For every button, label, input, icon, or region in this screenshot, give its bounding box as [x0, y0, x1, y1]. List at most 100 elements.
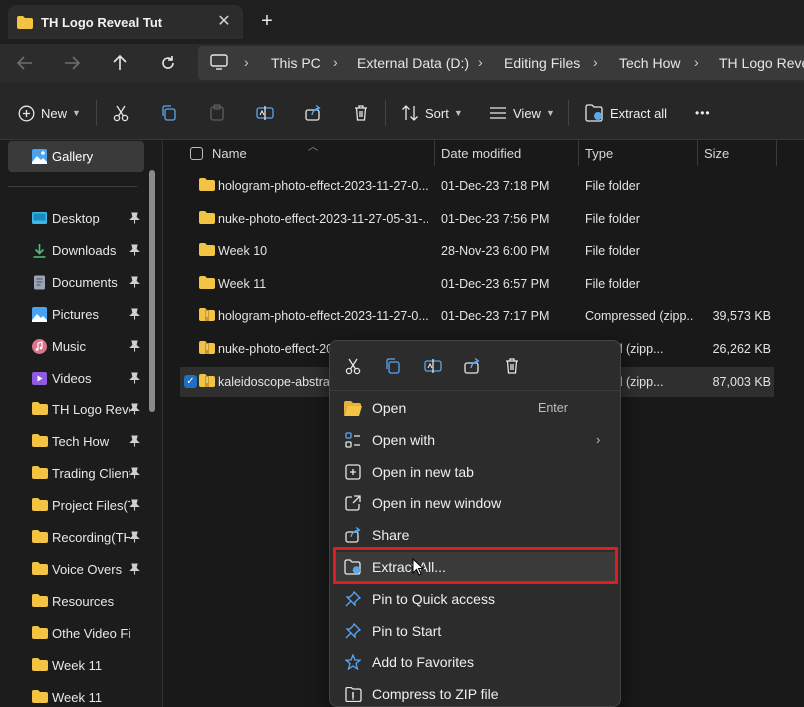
- folder-icon: [32, 593, 48, 609]
- folder-open-icon: [344, 399, 362, 417]
- file-date: 01-Dec-23 6:57 PM: [441, 276, 550, 291]
- sidebar-item-week-11[interactable]: Week 11: [0, 683, 150, 707]
- share-icon: [344, 526, 362, 544]
- share-icon[interactable]: [461, 355, 483, 377]
- menu-item-label: Open in new tab: [372, 463, 474, 480]
- pictures-icon: [32, 306, 47, 322]
- menu-item-open-in-new-tab[interactable]: Open in new tab: [334, 457, 616, 487]
- file-row[interactable]: hologram-photo-effect-2023-11-27-0... 01-…: [180, 171, 774, 201]
- folder-icon: [32, 689, 48, 705]
- column-header-name[interactable]: Name: [212, 146, 247, 161]
- file-date: 01-Dec-23 7:18 PM: [441, 179, 550, 193]
- menu-item-open-in-new-window[interactable]: Open in new window: [334, 488, 616, 518]
- sidebar-item-pictures[interactable]: Pictures: [0, 300, 150, 330]
- breadcrumb-tech-how[interactable]: Tech How: [619, 55, 680, 71]
- menu-item-label: Share: [372, 527, 410, 544]
- menu-item-pin-to-quick-access[interactable]: Pin to Quick access: [334, 584, 616, 614]
- delete-button[interactable]: [352, 102, 376, 124]
- share-button[interactable]: [304, 102, 328, 124]
- sidebar-item-documents[interactable]: Documents: [0, 268, 150, 298]
- menu-item-label: Compress to ZIP file: [372, 686, 499, 703]
- chevron-right-icon: ›: [596, 431, 601, 447]
- sidebar-item-resources[interactable]: Resources: [0, 587, 150, 617]
- copy-icon[interactable]: [382, 355, 404, 377]
- sidebar-item-tech-how[interactable]: Tech How: [0, 427, 150, 457]
- rename-icon: [256, 106, 274, 120]
- breadcrumb-th-logo-reveal[interactable]: TH Logo Reveal Tut: [719, 55, 804, 71]
- menu-item-add-to-favorites[interactable]: Add to Favorites: [334, 647, 616, 677]
- sidebar-item-othe-video-files[interactable]: Othe Video Files: [0, 619, 150, 649]
- chevron-down-icon: ▼: [72, 108, 81, 118]
- breadcrumb-external-data[interactable]: External Data (D:): [357, 55, 469, 71]
- sidebar-item-gallery[interactable]: Gallery: [8, 141, 144, 172]
- address-bar[interactable]: › This PC › External Data (D:) › Editing…: [198, 46, 804, 80]
- file-row[interactable]: Week 10 28-Nov-23 6:00 PM File folder: [180, 236, 774, 266]
- pin-icon: [129, 308, 140, 323]
- sidebar-item-voice-overs[interactable]: Voice Overs: [0, 555, 150, 585]
- file-date: 28-Nov-23 6:00 PM: [441, 244, 550, 259]
- sidebar-item-desktop[interactable]: Desktop: [0, 204, 150, 234]
- menu-item-compress-to-zip-file[interactable]: Compress to ZIP file: [334, 679, 616, 707]
- checkmark-icon[interactable]: ✓: [184, 374, 197, 388]
- column-headers: ︿ Name Date modified Type Size: [164, 140, 804, 168]
- refresh-icon[interactable]: [157, 52, 179, 74]
- rename-icon[interactable]: [422, 355, 444, 377]
- sidebar-item-project-files-th[interactable]: Project Files(TH): [0, 491, 150, 521]
- sidebar-item-trading-client[interactable]: Trading Client: [0, 459, 150, 489]
- column-divider[interactable]: [697, 140, 698, 166]
- sidebar-item-label: Downloads: [52, 242, 117, 258]
- column-divider[interactable]: [578, 140, 579, 166]
- menu-item-open-with[interactable]: Open with ›: [334, 425, 616, 455]
- copy-button[interactable]: [160, 102, 184, 124]
- cut-button[interactable]: [112, 102, 136, 124]
- sidebar-item-downloads[interactable]: Downloads: [0, 236, 150, 266]
- sidebar-item-music[interactable]: Music: [0, 332, 150, 362]
- folder-icon: [17, 16, 33, 32]
- breadcrumb-editing-files[interactable]: Editing Files: [504, 55, 580, 71]
- menu-item-pin-to-start[interactable]: Pin to Start: [334, 616, 616, 646]
- extract-all-button[interactable]: Extract all: [585, 102, 667, 124]
- cut-icon: [113, 105, 129, 122]
- menu-item-open[interactable]: Open Enter: [334, 393, 616, 423]
- file-row[interactable]: hologram-photo-effect-2023-11-27-0... 01-…: [180, 301, 774, 331]
- sidebar-scrollbar[interactable]: [149, 170, 155, 412]
- forward-arrow-icon[interactable]: [61, 52, 83, 74]
- file-row[interactable]: nuke-photo-effect-2023-11-27-05-31-... 01…: [180, 204, 774, 234]
- column-header-type[interactable]: Type: [585, 146, 613, 161]
- command-bar: New ▼ Sort ▼ View ▼ Extract all •••: [0, 82, 804, 140]
- cut-icon[interactable]: [342, 355, 364, 377]
- folder-icon: [32, 434, 48, 449]
- sidebar-item-th-logo-reveal-tut[interactable]: TH Logo Reveal Tut: [0, 395, 150, 425]
- more-options-button[interactable]: •••: [695, 102, 711, 124]
- delete-icon[interactable]: [501, 355, 523, 377]
- sidebar-item-week-11[interactable]: Week 11: [0, 651, 150, 681]
- pin-icon: [129, 244, 140, 259]
- close-tab-icon[interactable]: ✕: [214, 12, 234, 32]
- menu-item-share[interactable]: Share: [334, 520, 616, 550]
- star-icon: [344, 653, 362, 671]
- back-arrow-icon[interactable]: [14, 52, 36, 74]
- paste-button[interactable]: [208, 102, 232, 124]
- sort-button[interactable]: Sort ▼: [401, 102, 463, 124]
- view-label: View: [513, 105, 541, 121]
- view-button[interactable]: View ▼: [489, 102, 555, 124]
- new-button[interactable]: New ▼: [18, 102, 81, 124]
- new-tab-button[interactable]: +: [256, 11, 278, 33]
- breadcrumb-this-pc[interactable]: This PC: [271, 55, 321, 71]
- pin-icon: [129, 435, 140, 450]
- pin-icon: [129, 403, 140, 418]
- sidebar-item-recording-th[interactable]: Recording(TH): [0, 523, 150, 553]
- column-header-size[interactable]: Size: [704, 146, 729, 161]
- rename-button[interactable]: [256, 102, 280, 124]
- column-divider[interactable]: [434, 140, 435, 166]
- pin-icon: [129, 371, 140, 387]
- column-divider[interactable]: [776, 140, 777, 166]
- sidebar-item-label: Documents: [52, 274, 118, 290]
- folder-icon: [32, 657, 48, 673]
- select-all-checkbox[interactable]: [190, 147, 203, 160]
- up-arrow-icon[interactable]: [109, 52, 131, 74]
- column-header-date[interactable]: Date modified: [441, 146, 521, 161]
- sidebar-item-videos[interactable]: Videos: [0, 364, 150, 394]
- file-row[interactable]: Week 11 01-Dec-23 6:57 PM File folder: [180, 269, 774, 299]
- tab-th-logo-reveal[interactable]: TH Logo Reveal Tut ✕: [8, 5, 243, 39]
